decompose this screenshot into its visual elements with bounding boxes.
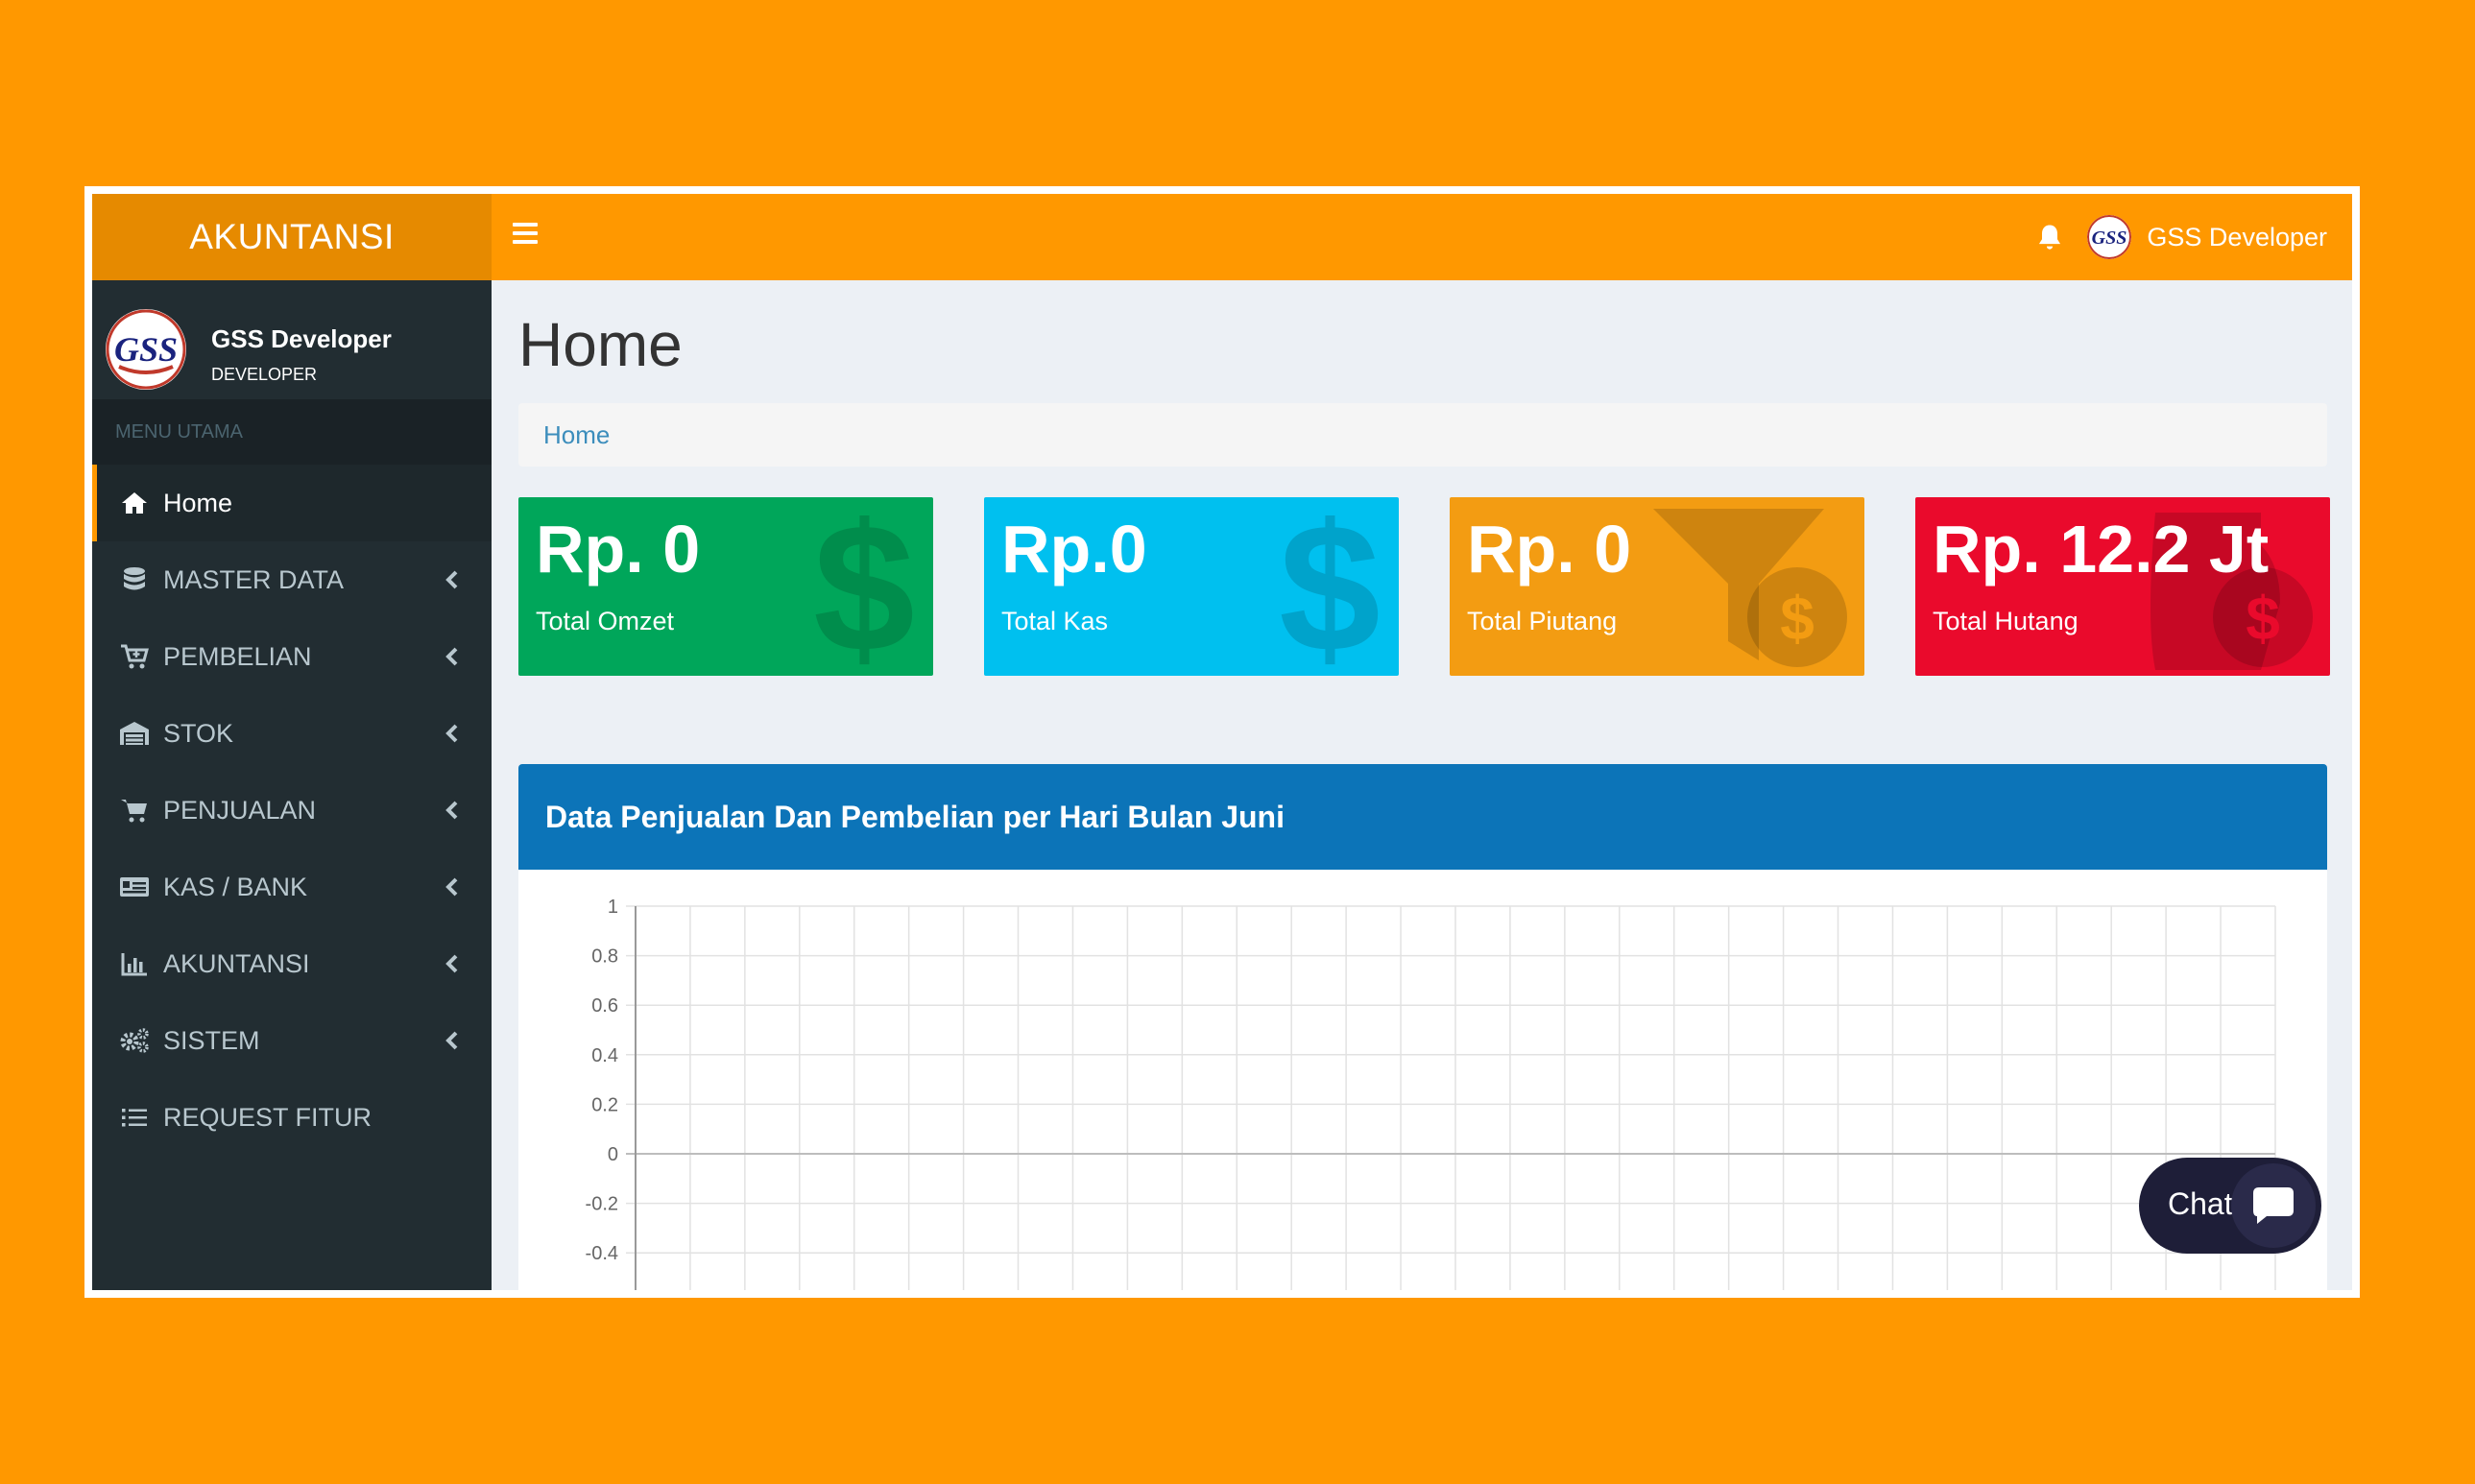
stat-value: Rp. 0 bbox=[536, 512, 701, 586]
sidebar-item-label: SISTEM bbox=[163, 1025, 260, 1055]
avatar: GSS bbox=[106, 309, 186, 390]
sidebar-item-master-data[interactable]: MASTER DATA bbox=[92, 541, 492, 618]
y-tick-label: 0.6 bbox=[591, 995, 618, 1017]
money-card-icon bbox=[119, 872, 150, 902]
dollar-icon: $ bbox=[813, 507, 915, 670]
stat-box-omzet[interactable]: Rp. 0 Total Omzet $ bbox=[518, 497, 933, 676]
chevron-left-icon bbox=[445, 801, 458, 820]
chat-button[interactable]: Chat bbox=[2139, 1158, 2321, 1254]
sidebar-item-pembelian[interactable]: PEMBELIAN bbox=[92, 618, 492, 695]
y-tick-label: -0.4 bbox=[586, 1243, 618, 1264]
chevron-left-icon bbox=[445, 1031, 458, 1050]
sales-chart: 1 0.8 0.6 0.4 0.2 0 -0.2 -0.4 bbox=[586, 897, 2276, 1290]
stat-box-piutang[interactable]: Rp. 0 Total Piutang $ bbox=[1450, 497, 1864, 676]
sidebar-item-stok[interactable]: STOK bbox=[92, 695, 492, 772]
notification-bell-icon[interactable] bbox=[2035, 223, 2064, 253]
chat-bubble-icon bbox=[2231, 1163, 2316, 1248]
y-tick-label: 0.4 bbox=[591, 1045, 618, 1066]
chevron-left-icon bbox=[445, 954, 458, 973]
svg-text:$: $ bbox=[1780, 584, 1814, 653]
stat-label: Total Kas bbox=[1001, 607, 1109, 635]
svg-text:$: $ bbox=[1279, 507, 1381, 670]
top-navbar: GSS GSS Developer bbox=[492, 194, 2352, 280]
stat-value: Rp. 0 bbox=[1467, 512, 1632, 586]
bar-chart-icon bbox=[119, 948, 150, 979]
breadcrumb: Home bbox=[518, 403, 2327, 467]
sidebar-user-role: DEVELOPER bbox=[211, 365, 318, 384]
sidebar-item-request-fitur[interactable]: REQUEST FITUR bbox=[92, 1079, 492, 1156]
database-icon bbox=[119, 564, 150, 595]
sidebar-item-label: PEMBELIAN bbox=[163, 641, 312, 671]
sidebar-item-label: Home bbox=[163, 488, 233, 517]
y-tick-label: 0.2 bbox=[591, 1094, 618, 1115]
sidebar-item-label: REQUEST FITUR bbox=[163, 1102, 372, 1132]
panel-title: Data Penjualan Dan Pembelian per Hari Bu… bbox=[518, 764, 2327, 870]
sidebar-item-label: STOK bbox=[163, 718, 234, 748]
stat-box-hutang[interactable]: Rp. 12.2 Jt Total Hutang $ bbox=[1915, 497, 2330, 676]
dollar-icon: $ bbox=[1279, 507, 1381, 670]
chat-label: Chat bbox=[2168, 1186, 2233, 1221]
sidebar-item-home[interactable]: Home bbox=[92, 465, 492, 541]
stat-box-kas[interactable]: Rp.0 Total Kas $ bbox=[984, 497, 1399, 676]
y-tick-label: 0 bbox=[608, 1144, 618, 1165]
page-title: Home bbox=[518, 310, 683, 379]
sidebar-item-sistem[interactable]: SISTEM bbox=[92, 1002, 492, 1079]
app-logo[interactable]: AKUNTANSI bbox=[92, 194, 492, 280]
home-icon bbox=[119, 488, 150, 518]
stat-value: Rp. 12.2 Jt bbox=[1933, 512, 2270, 586]
main-content: Home Home Rp. 0 Total Omzet $ Rp.0 Total… bbox=[492, 280, 2352, 1290]
menu-toggle-icon[interactable] bbox=[513, 223, 538, 248]
menu-header: MENU UTAMA bbox=[92, 399, 492, 465]
sidebar-item-akuntansi[interactable]: AKUNTANSI bbox=[92, 925, 492, 1002]
svg-text:$: $ bbox=[2246, 584, 2280, 653]
list-icon bbox=[119, 1102, 150, 1133]
chevron-left-icon bbox=[445, 570, 458, 589]
stat-value: Rp.0 bbox=[1001, 512, 1147, 586]
cart-icon bbox=[119, 795, 150, 826]
svg-text:$: $ bbox=[813, 507, 915, 670]
chevron-left-icon bbox=[445, 647, 458, 666]
sidebar-item-label: KAS / BANK bbox=[163, 872, 308, 901]
stat-label: Total Omzet bbox=[536, 607, 675, 635]
y-tick-label: -0.2 bbox=[586, 1194, 618, 1215]
sidebar-item-label: PENJUALAN bbox=[163, 795, 317, 825]
gears-icon bbox=[119, 1025, 150, 1056]
avatar: GSS bbox=[2087, 215, 2132, 259]
y-tick-label: 0.8 bbox=[591, 946, 618, 968]
sidebar-item-kas-bank[interactable]: KAS / BANK bbox=[92, 849, 492, 925]
funnel-dollar-icon: $ bbox=[1653, 509, 1847, 667]
stat-label: Total Piutang bbox=[1467, 607, 1618, 635]
warehouse-icon bbox=[119, 718, 150, 749]
chevron-left-icon bbox=[445, 724, 458, 743]
svg-text:GSS: GSS bbox=[114, 330, 178, 369]
y-tick-label: 1 bbox=[608, 897, 618, 918]
cart-plus-icon bbox=[119, 641, 150, 672]
stat-label: Total Hutang bbox=[1933, 607, 2079, 635]
sidebar: GSS GSS Developer DEVELOPER MENU UTAMA H… bbox=[92, 280, 492, 1290]
sidebar-item-label: AKUNTANSI bbox=[163, 948, 310, 978]
app-window: AKUNTANSI GSS GSS Developer GSS GSS Deve… bbox=[92, 194, 2352, 1290]
sidebar-item-label: MASTER DATA bbox=[163, 564, 345, 594]
sidebar-item-penjualan[interactable]: PENJUALAN bbox=[92, 772, 492, 849]
navbar-user-name: GSS Developer bbox=[2147, 222, 2327, 251]
user-panel: GSS GSS Developer DEVELOPER bbox=[92, 280, 492, 399]
user-menu[interactable]: GSS GSS Developer bbox=[2087, 213, 2327, 261]
chevron-left-icon bbox=[445, 877, 458, 897]
breadcrumb-home-link[interactable]: Home bbox=[543, 420, 610, 450]
svg-text:GSS: GSS bbox=[2092, 227, 2127, 249]
sidebar-user-name: GSS Developer bbox=[211, 324, 392, 353]
sales-purchase-panel: Data Penjualan Dan Pembelian per Hari Bu… bbox=[518, 764, 2327, 1290]
